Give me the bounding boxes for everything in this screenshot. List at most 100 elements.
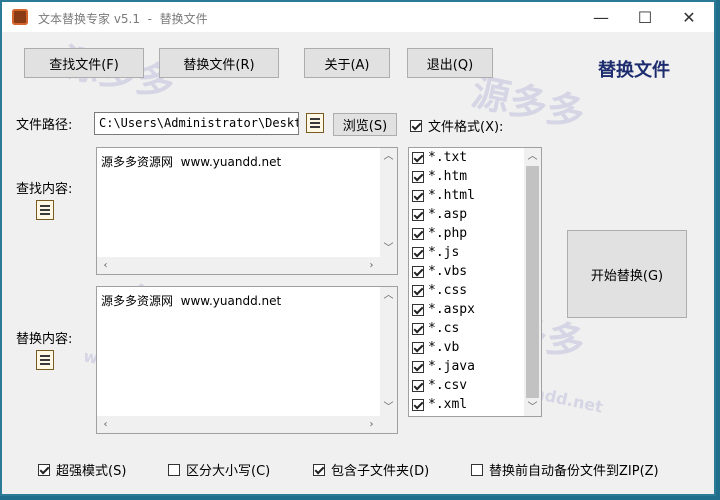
format-item-label: *.csv bbox=[428, 378, 468, 393]
file-format-checkbox[interactable]: 文件格式(X): bbox=[410, 116, 503, 135]
path-label: 文件路径: bbox=[16, 118, 73, 133]
start-replace-button[interactable]: 开始替换(G) bbox=[567, 230, 687, 318]
include-subfolders-checkbox[interactable]: 包含子文件夹(D) bbox=[313, 460, 429, 479]
exit-button[interactable]: 退出(Q) bbox=[407, 48, 493, 78]
close-button[interactable]: ✕ bbox=[666, 2, 712, 32]
replace-list-icon[interactable] bbox=[36, 350, 54, 370]
format-item[interactable]: *.java bbox=[409, 357, 541, 376]
format-item-label: *.java bbox=[428, 359, 475, 374]
page-title: 替换文件 bbox=[598, 60, 670, 81]
format-item[interactable]: *.cs bbox=[409, 319, 541, 338]
scroll-corner bbox=[380, 416, 397, 433]
find-hscroll[interactable]: ‹ › bbox=[97, 257, 380, 274]
scroll-up-icon[interactable]: ︿ bbox=[380, 148, 397, 165]
replace-text: 源多多资源网 www.yuandd.net bbox=[101, 294, 282, 308]
format-item[interactable]: *.htm bbox=[409, 167, 541, 186]
replace-file-button[interactable]: 替换文件(R) bbox=[159, 48, 279, 78]
checkbox-icon bbox=[412, 322, 424, 335]
super-mode-checkbox[interactable]: 超强模式(S) bbox=[38, 460, 126, 479]
find-list-icon[interactable] bbox=[36, 200, 54, 220]
format-item-label: *.html bbox=[428, 188, 475, 203]
format-item[interactable]: *.vbs bbox=[409, 262, 541, 281]
checkbox-icon bbox=[410, 119, 422, 132]
backup-zip-checkbox[interactable]: 替换前自动备份文件到ZIP(Z) bbox=[471, 460, 659, 479]
format-item[interactable]: *.php bbox=[409, 224, 541, 243]
format-item-label: *.vb bbox=[428, 340, 460, 355]
checkbox-icon bbox=[412, 208, 424, 221]
checkbox-icon bbox=[168, 463, 180, 476]
super-mode-label: 超强模式(S) bbox=[56, 464, 127, 479]
minimize-icon: — bbox=[593, 7, 609, 27]
checkbox-icon bbox=[412, 379, 424, 392]
scroll-down-icon[interactable]: ﹀ bbox=[524, 399, 541, 416]
scroll-left-icon[interactable]: ‹ bbox=[97, 257, 114, 274]
file-format-label: 文件格式(X): bbox=[428, 120, 504, 135]
format-item[interactable]: *.xml bbox=[409, 395, 541, 414]
format-item-label: *.php bbox=[428, 226, 468, 241]
format-item[interactable]: *.html bbox=[409, 186, 541, 205]
checkbox-icon bbox=[412, 227, 424, 240]
scroll-corner bbox=[380, 257, 397, 274]
format-list-scrollbar[interactable]: ︿ ﹀ bbox=[524, 148, 541, 416]
format-item-label: *.txt bbox=[428, 150, 468, 165]
file-format-list[interactable]: *.txt *.htm *.html *.asp *.php *.js *.vbs *.css… bbox=[408, 147, 542, 417]
checkbox-icon bbox=[471, 463, 483, 476]
scroll-up-icon[interactable]: ︿ bbox=[380, 287, 397, 304]
checkbox-icon bbox=[412, 265, 424, 278]
checkbox-icon bbox=[412, 341, 424, 354]
scroll-right-icon[interactable]: › bbox=[363, 257, 380, 274]
checkbox-icon bbox=[38, 463, 50, 476]
minimize-button[interactable]: — bbox=[578, 2, 624, 32]
about-button[interactable]: 关于(A) bbox=[304, 48, 390, 78]
window-title: 文本替换专家 v5.1 - 替换文件 bbox=[38, 12, 208, 26]
replace-vscroll[interactable]: ︿ ﹀ bbox=[380, 287, 397, 416]
maximize-button[interactable]: ☐ bbox=[622, 2, 668, 32]
case-sensitive-checkbox[interactable]: 区分大小写(C) bbox=[168, 460, 270, 479]
find-vscroll[interactable]: ︿ ﹀ bbox=[380, 148, 397, 257]
checkbox-icon bbox=[412, 170, 424, 183]
checkbox-icon bbox=[412, 189, 424, 202]
format-item-label: *.asp bbox=[428, 207, 468, 222]
find-file-button[interactable]: 查找文件(F) bbox=[24, 48, 144, 78]
find-label: 查找内容: bbox=[16, 182, 73, 197]
close-icon: ✕ bbox=[682, 7, 696, 27]
checkbox-icon bbox=[412, 151, 424, 164]
scroll-down-icon[interactable]: ﹀ bbox=[380, 240, 397, 257]
format-item[interactable]: *.asp bbox=[409, 205, 541, 224]
replace-label: 替换内容: bbox=[16, 332, 73, 347]
title-bar: 文本替换专家 v5.1 - 替换文件 — ☐ ✕ bbox=[2, 2, 714, 32]
path-list-icon[interactable] bbox=[306, 113, 324, 133]
app-icon bbox=[12, 9, 28, 25]
checkbox-icon bbox=[412, 284, 424, 297]
format-item[interactable]: *.vb bbox=[409, 338, 541, 357]
browse-button[interactable]: 浏览(S) bbox=[333, 113, 397, 136]
scroll-thumb[interactable] bbox=[526, 166, 539, 398]
checkbox-icon bbox=[412, 303, 424, 316]
scroll-up-icon[interactable]: ︿ bbox=[524, 148, 541, 165]
format-item[interactable]: *.aspx bbox=[409, 300, 541, 319]
checkbox-icon bbox=[412, 398, 424, 411]
format-item[interactable]: *.css bbox=[409, 281, 541, 300]
path-input[interactable]: C:\Users\Administrator\Desktop bbox=[94, 112, 299, 135]
find-textarea[interactable]: 源多多资源网 www.yuandd.net ︿ ﹀ ‹ › bbox=[96, 147, 398, 275]
format-item[interactable]: *.js bbox=[409, 243, 541, 262]
replace-hscroll[interactable]: ‹ › bbox=[97, 416, 380, 433]
format-item-label: *.htm bbox=[428, 169, 468, 184]
format-item-label: *.aspx bbox=[428, 302, 475, 317]
replace-textarea[interactable]: 源多多资源网 www.yuandd.net ︿ ﹀ ‹ › bbox=[96, 286, 398, 434]
maximize-icon: ☐ bbox=[637, 7, 653, 27]
find-text: 源多多资源网 www.yuandd.net bbox=[101, 155, 282, 169]
checkbox-icon bbox=[313, 463, 325, 476]
scroll-left-icon[interactable]: ‹ bbox=[97, 416, 114, 433]
format-item[interactable]: *.csv bbox=[409, 376, 541, 395]
include-subfolders-label: 包含子文件夹(D) bbox=[331, 464, 430, 479]
scroll-down-icon[interactable]: ﹀ bbox=[380, 399, 397, 416]
format-item-label: *.xml bbox=[428, 397, 468, 412]
format-item-label: *.css bbox=[428, 283, 468, 298]
format-item-label: *.cs bbox=[428, 321, 460, 336]
format-item-label: *.js bbox=[428, 245, 460, 260]
format-item[interactable]: *.txt bbox=[409, 148, 541, 167]
format-items: *.txt *.htm *.html *.asp *.php *.js *.vbs *.css… bbox=[409, 148, 541, 414]
case-sensitive-label: 区分大小写(C) bbox=[186, 464, 271, 479]
scroll-right-icon[interactable]: › bbox=[363, 416, 380, 433]
